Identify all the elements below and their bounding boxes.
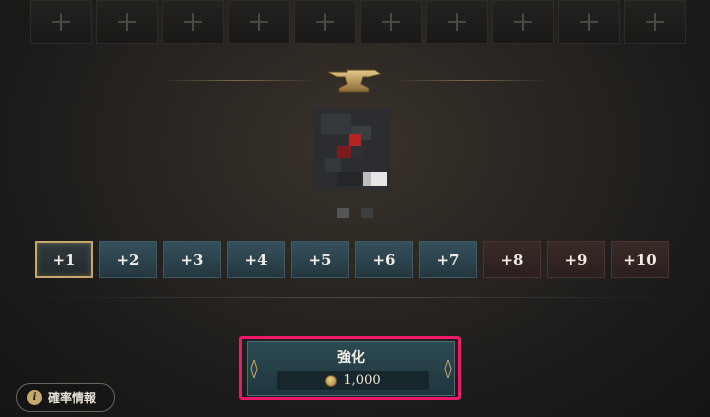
- plus-icon: [316, 13, 334, 31]
- gem-slot[interactable]: [492, 0, 554, 44]
- plus-icon: [250, 13, 268, 31]
- enhance-level-button[interactable]: +9: [547, 241, 605, 278]
- enhance-level-button[interactable]: +3: [163, 241, 221, 278]
- gem-slot[interactable]: [162, 0, 224, 44]
- gem-slot[interactable]: [360, 0, 422, 44]
- enhance-level-button[interactable]: +5: [291, 241, 349, 278]
- enhance-level-button[interactable]: +10: [611, 241, 669, 278]
- gem-slot[interactable]: [294, 0, 356, 44]
- gem-slot[interactable]: [426, 0, 488, 44]
- enhance-level-button[interactable]: +2: [99, 241, 157, 278]
- gem-slot[interactable]: [624, 0, 686, 44]
- gem-slot-row: [30, 0, 690, 44]
- plus-icon: [448, 13, 466, 31]
- enhance-level-button[interactable]: +1: [35, 241, 93, 278]
- gem-slot[interactable]: [30, 0, 92, 44]
- item-icon[interactable]: [313, 108, 391, 190]
- enhance-level-button[interactable]: +4: [227, 241, 285, 278]
- plus-icon: [382, 13, 400, 31]
- plus-icon: [514, 13, 532, 31]
- enhance-level-selector: +1 +2 +3 +4 +5 +6 +7 +8 +9 +10: [35, 241, 669, 278]
- header-divider-right: [392, 80, 548, 81]
- enhance-level-button[interactable]: +7: [419, 241, 477, 278]
- probability-info-label: 確率情報: [48, 391, 97, 405]
- anvil-icon: [326, 69, 383, 93]
- plus-icon: [118, 13, 136, 31]
- gold-coin-icon: [325, 374, 338, 387]
- enhance-cost: 1,000: [277, 371, 429, 390]
- gem-slot[interactable]: [96, 0, 158, 44]
- plus-icon: [52, 13, 70, 31]
- section-divider: [30, 297, 680, 298]
- plus-icon: [646, 13, 664, 31]
- probability-info-button[interactable]: i 確率情報: [16, 383, 115, 412]
- plus-icon: [580, 13, 598, 31]
- gem-slot[interactable]: [558, 0, 620, 44]
- enhance-level-button[interactable]: +6: [355, 241, 413, 278]
- plus-icon: [184, 13, 202, 31]
- enhance-button-label: 強化: [337, 350, 365, 366]
- enhance-level-button[interactable]: +8: [483, 241, 541, 278]
- info-icon: i: [27, 390, 42, 405]
- enhance-cost-value: 1,000: [343, 373, 381, 388]
- header-divider-left: [160, 80, 318, 81]
- item-grade-dots: [337, 208, 373, 218]
- gem-slot[interactable]: [228, 0, 290, 44]
- enhance-button[interactable]: 強化 1,000: [247, 341, 455, 396]
